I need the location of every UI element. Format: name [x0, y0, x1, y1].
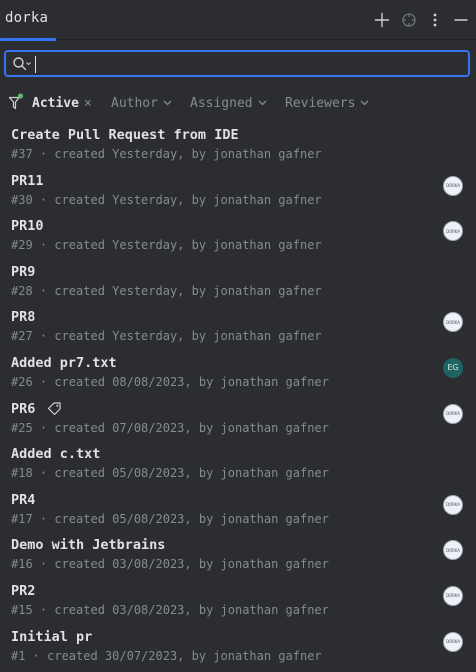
- pr-title: PR11: [11, 172, 44, 189]
- text-caret: [35, 56, 36, 73]
- close-icon[interactable]: ×: [84, 96, 92, 111]
- search-box[interactable]: [4, 50, 470, 77]
- tag-icon: [48, 402, 61, 416]
- pr-meta: #29 · created Yesterday, by jonathan gaf…: [11, 238, 322, 253]
- tab-label: dorka: [5, 10, 49, 26]
- pr-title: PR6: [11, 400, 36, 417]
- pr-title: PR8: [11, 309, 36, 326]
- pr-meta: #18 · created 05/08/2023, by jonathan ga…: [11, 466, 329, 481]
- avatar: DORKA: [443, 540, 463, 561]
- pr-title: PR10: [11, 218, 44, 235]
- pr-title: Added c.txt: [11, 446, 101, 463]
- filter-bar: Active × Author Assigned Reviewers: [0, 88, 476, 118]
- pr-title-with-tag: PR6: [11, 401, 62, 417]
- search-input[interactable]: [34, 54, 464, 73]
- pull-request-row[interactable]: PR10 #29 · created Yesterday, by jonatha…: [0, 215, 476, 261]
- avatar: DORKA: [443, 221, 463, 242]
- vertical-ellipsis-icon[interactable]: [425, 10, 445, 30]
- filter-icon[interactable]: [8, 93, 24, 111]
- search-icon[interactable]: [12, 56, 32, 72]
- filter-active-chip[interactable]: Active ×: [32, 94, 92, 112]
- pull-request-row[interactable]: PR2 #15 · created 03/08/2023, by jonatha…: [0, 580, 476, 626]
- active-tab-indicator: [0, 38, 56, 41]
- avatar: DORKA: [443, 403, 463, 424]
- filter-active-label: Active: [32, 95, 79, 111]
- pr-meta: #28 · created Yesterday, by jonathan gaf…: [11, 283, 322, 298]
- pr-title: Create Pull Request from IDE: [11, 127, 239, 143]
- pr-meta: #30 · created Yesterday, by jonathan gaf…: [11, 192, 322, 207]
- pull-request-row[interactable]: PR11 #30 · created Yesterday, by jonatha…: [0, 170, 476, 216]
- chevron-down-icon: [360, 100, 369, 106]
- pull-request-list: Create Pull Request from IDE #37 · creat…: [0, 124, 476, 671]
- pr-title: Added pr7.txt: [11, 354, 117, 371]
- chevron-down-icon: [163, 100, 172, 106]
- crosshair-icon[interactable]: [399, 10, 419, 30]
- avatar: DORKA: [443, 631, 463, 652]
- filter-assigned-label: Assigned: [190, 95, 253, 111]
- pr-meta: #16 · created 03/08/2023, by jonathan ga…: [11, 557, 329, 572]
- pr-meta: #1 · created 30/07/2023, by jonathan gaf…: [11, 648, 322, 663]
- pr-meta: #37 · created Yesterday, by jonathan gaf…: [11, 147, 322, 161]
- pr-meta: #27 · created Yesterday, by jonathan gaf…: [11, 329, 322, 344]
- pull-request-row[interactable]: PR9 #28 · created Yesterday, by jonathan…: [0, 261, 476, 307]
- pr-title: Demo with Jetbrains: [11, 537, 166, 554]
- pr-meta: #25 · created 07/08/2023, by jonathan ga…: [11, 420, 329, 435]
- avatar: DORKA: [443, 175, 463, 196]
- filter-assigned-dropdown[interactable]: Assigned: [190, 94, 267, 112]
- filter-author-dropdown[interactable]: Author: [111, 94, 172, 112]
- pull-request-row[interactable]: Demo with Jetbrains #16 · created 03/08/…: [0, 534, 476, 580]
- filter-reviewers-dropdown[interactable]: Reviewers: [285, 94, 369, 112]
- avatar: DORKA: [443, 494, 463, 515]
- pull-request-row[interactable]: PR8 #27 · created Yesterday, by jonathan…: [0, 306, 476, 352]
- pull-requests-panel: dorka Active × Author Assigned Reviewers…: [0, 0, 476, 672]
- filter-reviewers-label: Reviewers: [285, 95, 356, 111]
- pull-request-row[interactable]: Added pr7.txt #26 · created 08/08/2023, …: [0, 352, 476, 398]
- pull-request-row[interactable]: Added c.txt #18 · created 05/08/2023, by…: [0, 443, 476, 489]
- avatar: DORKA: [443, 585, 463, 606]
- pull-request-row[interactable]: PR4 #17 · created 05/08/2023, by jonatha…: [0, 489, 476, 535]
- plus-icon[interactable]: [372, 10, 392, 30]
- pr-meta: #26 · created 08/08/2023, by jonathan ga…: [11, 374, 329, 389]
- minus-icon[interactable]: [451, 10, 471, 30]
- avatar-initials: EG: [443, 357, 463, 378]
- filter-author-label: Author: [111, 95, 158, 111]
- pull-request-row[interactable]: Create Pull Request from IDE #37 · creat…: [0, 124, 476, 170]
- pr-title: PR2: [11, 582, 36, 599]
- chevron-down-icon: [258, 100, 267, 106]
- pr-title: PR4: [11, 491, 36, 508]
- pull-request-row[interactable]: Initial pr #1 · created 30/07/2023, by j…: [0, 626, 476, 672]
- tab-dorka[interactable]: dorka: [0, 0, 56, 41]
- pr-meta: #15 · created 03/08/2023, by jonathan ga…: [11, 602, 329, 617]
- pull-request-row[interactable]: PR6 #25 · created 07/08/2023, by jonatha…: [0, 398, 476, 444]
- avatar: DORKA: [443, 312, 463, 333]
- pr-title: PR9: [11, 263, 36, 280]
- pr-meta: #17 · created 05/08/2023, by jonathan ga…: [11, 511, 329, 526]
- tool-window-header: dorka: [0, 0, 476, 41]
- pr-title: Initial pr: [11, 628, 93, 645]
